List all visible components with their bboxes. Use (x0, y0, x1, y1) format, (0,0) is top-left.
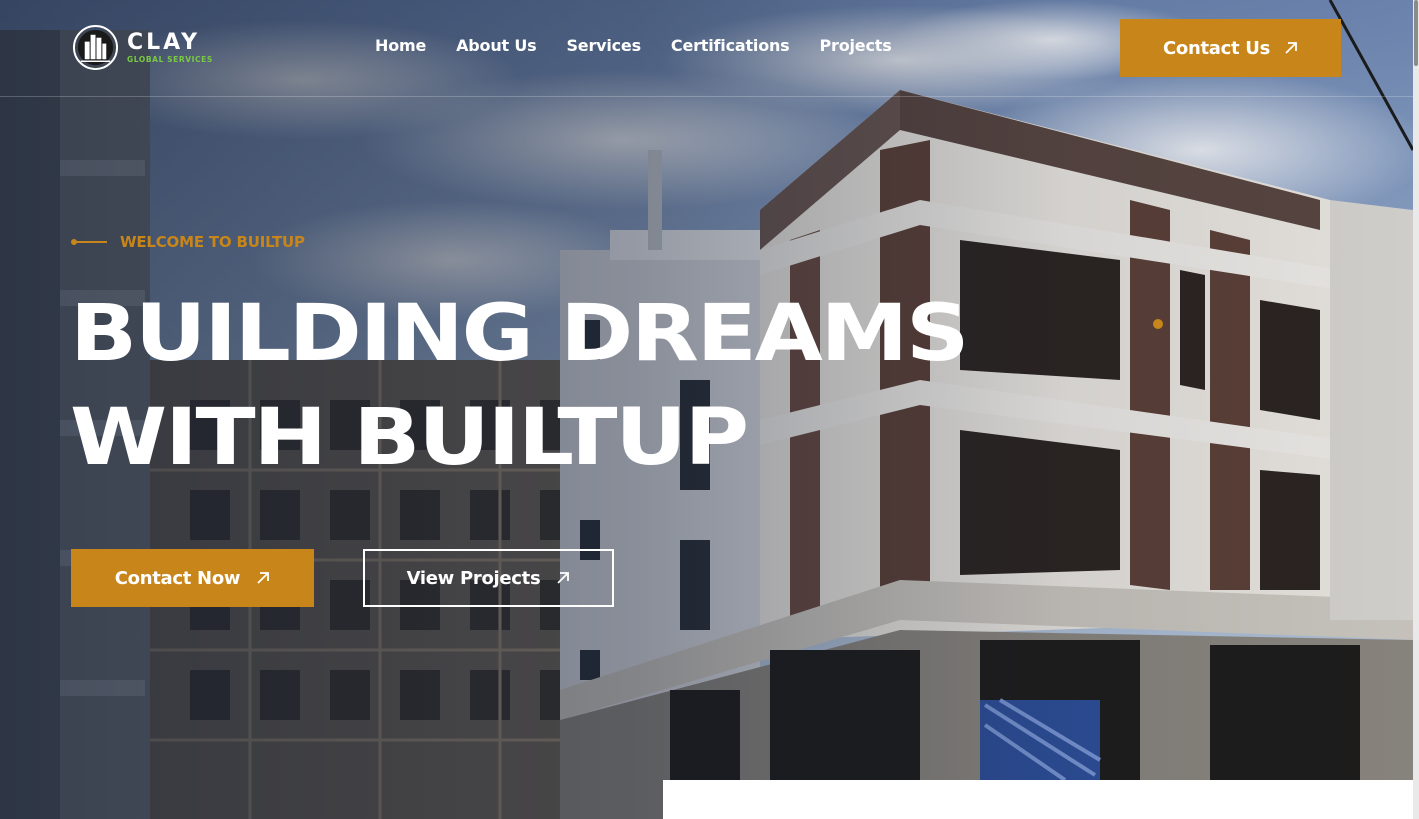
site-header: CLAY GLOBAL SERVICES Home About Us Servi… (0, 0, 1413, 97)
nav-item-certifications[interactable]: Certifications (671, 36, 790, 55)
nav-item-services[interactable]: Services (566, 36, 641, 55)
hero-title-line-2: WITH BUILTUP (70, 393, 749, 483)
contact-us-button[interactable]: Contact Us (1120, 19, 1341, 77)
view-projects-button[interactable]: View Projects (363, 549, 614, 607)
arrow-up-right-icon (257, 572, 270, 584)
brand-name: CLAY (127, 29, 201, 55)
eyebrow-line-icon (71, 239, 107, 245)
scrollbar-thumb[interactable] (1414, 0, 1418, 66)
view-projects-label: View Projects (406, 567, 541, 589)
contact-now-label: Contact Now (114, 567, 241, 589)
brand-tagline: GLOBAL SERVICES (127, 54, 213, 64)
next-section-card (663, 780, 1413, 819)
hero-title: BUILDING DREAMS WITH BUILTUP (70, 282, 1030, 490)
contact-us-label: Contact Us (1162, 37, 1270, 59)
nav-item-about-us[interactable]: About Us (456, 36, 537, 55)
main-nav: Home About Us Services Certifications Pr… (375, 36, 892, 55)
contact-now-button[interactable]: Contact Now (71, 549, 314, 607)
arrow-up-right-icon (557, 572, 570, 584)
page-scrollbar[interactable] (1413, 0, 1419, 819)
welcome-text: WELCOME TO BUILTUP (120, 233, 305, 251)
slider-dot-active[interactable] (1153, 319, 1163, 329)
logo-building-icon (72, 24, 119, 71)
brand-logo[interactable]: CLAY GLOBAL SERVICES (72, 24, 213, 71)
nav-item-projects[interactable]: Projects (820, 36, 892, 55)
hero-title-line-1: BUILDING DREAMS (70, 289, 969, 379)
arrow-up-right-icon (1285, 42, 1297, 54)
nav-item-home[interactable]: Home (375, 36, 426, 55)
welcome-eyebrow: WELCOME TO BUILTUP (71, 233, 305, 251)
